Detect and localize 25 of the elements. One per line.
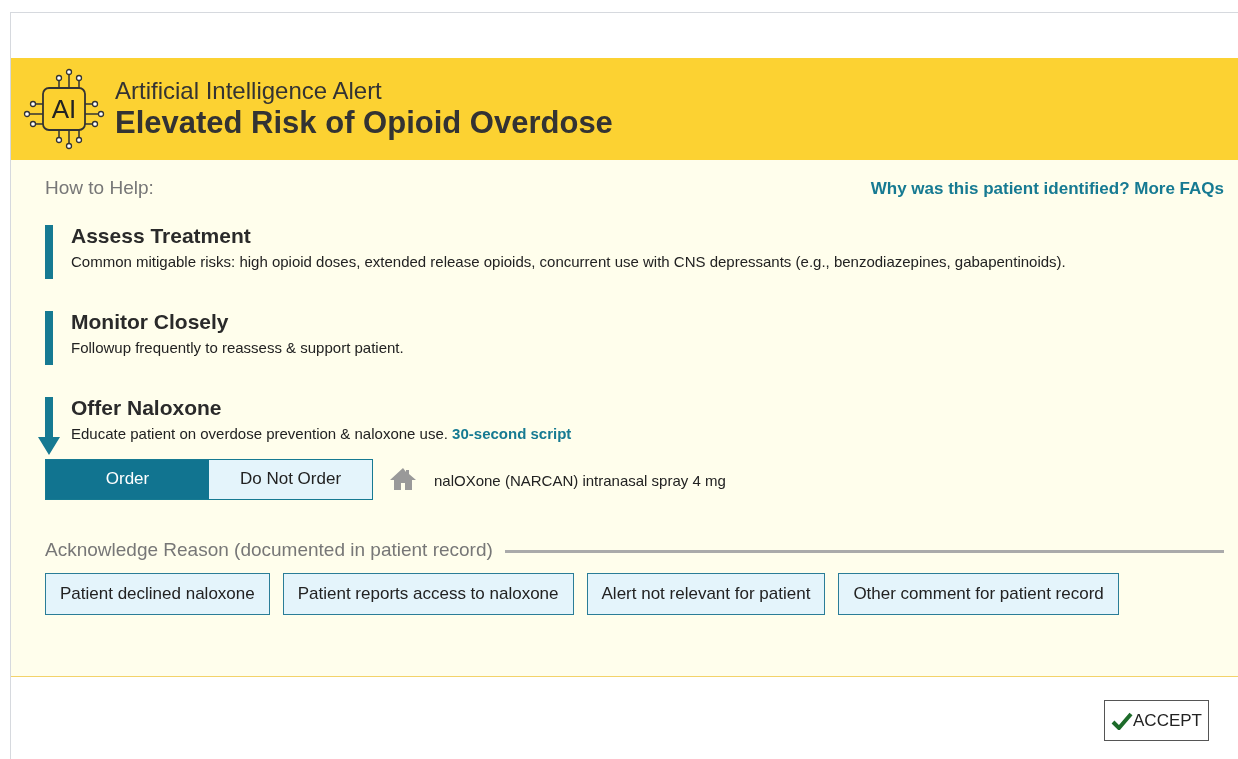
alert-title: Elevated Risk of Opioid Overdose bbox=[115, 105, 613, 141]
order-toggle-option[interactable]: Order bbox=[46, 459, 209, 499]
step-title: Monitor Closely bbox=[71, 308, 230, 335]
faq-link[interactable]: Why was this patient identified? More FAQs bbox=[870, 176, 1224, 202]
home-icon bbox=[389, 467, 417, 491]
step-description: Common mitigable risks: high opioid doses, extended release opioids, concurrent use with CNS depressants (e.g., benzodiazepines, gabapentinoids). bbox=[71, 251, 1066, 272]
step-title: Assess Treatment bbox=[71, 222, 252, 249]
step-description: Followup frequently to reassess & support patient. bbox=[71, 337, 404, 358]
section-heading: How to Help: bbox=[45, 176, 154, 200]
order-toggle-option[interactable]: Do Not Order bbox=[209, 459, 372, 499]
down-arrow-icon bbox=[38, 396, 60, 457]
script-link[interactable]: 30-second script bbox=[452, 424, 572, 442]
reason-button[interactable]: Patient reports access to naloxone bbox=[282, 573, 574, 615]
medication-name: nalOXone (NARCAN) intranasal spray 4 mg bbox=[434, 470, 726, 491]
checkmark-icon bbox=[1111, 711, 1134, 730]
step-title: Offer Naloxone bbox=[71, 394, 223, 421]
reason-button[interactable]: Alert not relevant for patient bbox=[586, 573, 826, 615]
accent-bar bbox=[45, 224, 53, 279]
reason-button[interactable]: Other comment for patient record bbox=[838, 573, 1119, 615]
alert-subtitle: Artificial Intelligence Alert bbox=[115, 77, 383, 105]
step-description: Educate patient on overdose prevention & naloxone use. 30-second script bbox=[71, 423, 572, 444]
acknowledge-heading: Acknowledge Reason (documented in patient record) bbox=[45, 537, 493, 562]
accept-button[interactable]: ACCEPT bbox=[1104, 700, 1209, 741]
accent-bar bbox=[45, 310, 53, 365]
reason-button[interactable]: Patient declined naloxone bbox=[45, 573, 270, 615]
